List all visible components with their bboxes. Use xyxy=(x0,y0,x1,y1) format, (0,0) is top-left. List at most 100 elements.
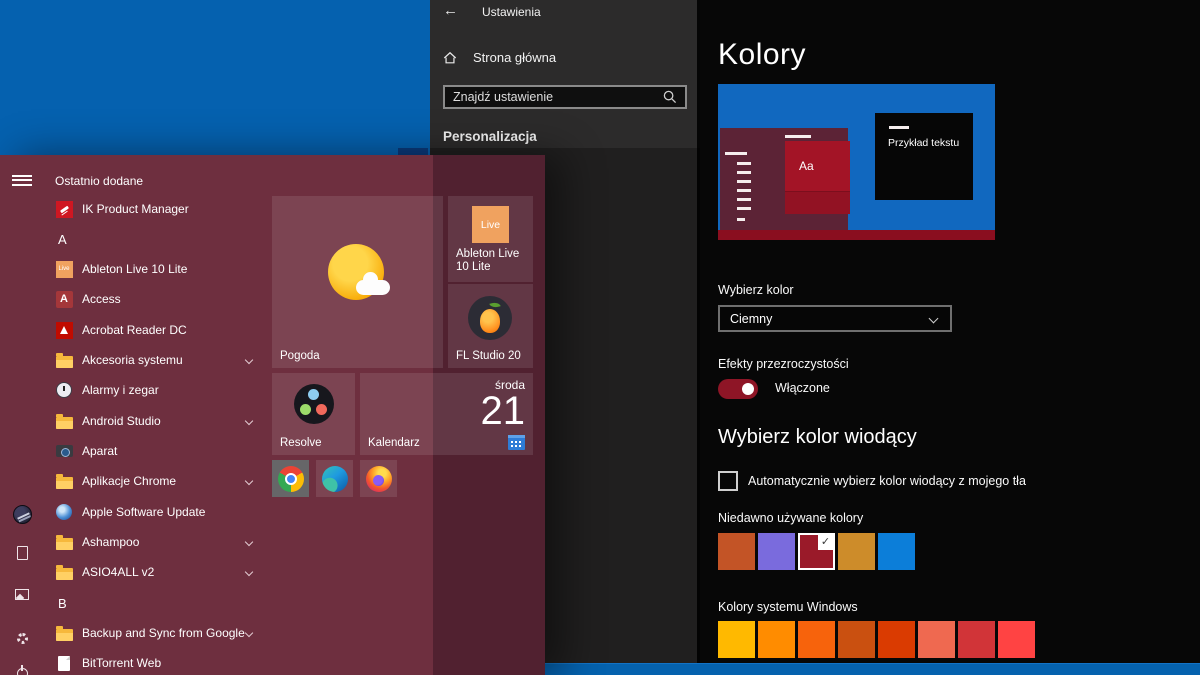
app-row-backup-sync[interactable]: Backup and Sync from Google xyxy=(55,622,258,644)
acrobat-reader-icon xyxy=(55,321,73,339)
color-swatch[interactable] xyxy=(718,533,755,570)
folder-icon xyxy=(55,625,73,641)
app-row-bittorrent-web[interactable]: BitTorrent Web xyxy=(55,652,258,674)
app-row-asio4all[interactable]: ASIO4ALL v2 xyxy=(55,561,258,583)
ableton-live-icon: Live xyxy=(55,260,73,278)
chevron-down-icon[interactable] xyxy=(244,628,254,638)
folder-icon xyxy=(55,413,73,429)
preview-accent-tile: Aa xyxy=(785,141,850,214)
settings-window: ← Ustawienia Strona główna Personalizacj… xyxy=(430,0,1200,663)
chevron-down-icon[interactable] xyxy=(244,476,254,486)
auto-accent-label: Automatycznie wybierz kolor wiodący z mo… xyxy=(748,474,1026,488)
settings-gear-icon[interactable] xyxy=(12,628,32,648)
chevron-down-icon[interactable] xyxy=(244,537,254,547)
color-mode-dropdown[interactable]: Ciemny xyxy=(718,305,952,332)
app-row-android-studio[interactable]: Android Studio xyxy=(55,410,258,432)
folder-icon xyxy=(55,534,73,550)
access-icon: A xyxy=(55,290,73,308)
transparency-toggle[interactable] xyxy=(718,379,758,399)
recent-colors-row: ✓ xyxy=(718,533,918,570)
search-icon[interactable] xyxy=(663,90,677,104)
preview-taskbar xyxy=(718,230,995,240)
sidebar-section-personalization: Personalizacja xyxy=(443,129,537,144)
fl-studio-icon xyxy=(468,296,512,340)
app-row-chrome-apps[interactable]: Aplikacje Chrome xyxy=(55,470,258,492)
davinci-resolve-icon xyxy=(294,384,334,424)
color-mode-value: Ciemny xyxy=(730,311,773,326)
pictures-icon[interactable] xyxy=(12,584,32,604)
edge-icon xyxy=(321,465,348,492)
tile-edge[interactable] xyxy=(316,460,353,497)
transparency-state: Włączone xyxy=(775,381,830,395)
app-list-letter-a[interactable]: A xyxy=(58,232,67,247)
hamburger-menu-icon[interactable] xyxy=(12,170,32,190)
color-swatch[interactable] xyxy=(878,533,915,570)
app-row-ik-product-manager[interactable]: IK Product Manager xyxy=(55,198,258,220)
home-icon xyxy=(443,51,457,63)
camera-icon xyxy=(55,445,73,457)
start-menu: Ostatnio dodane IK Product Manager A Liv… xyxy=(0,155,545,675)
ableton-live-icon: Live xyxy=(472,206,509,243)
page-title: Kolory xyxy=(718,38,807,71)
app-row-access[interactable]: A Access xyxy=(55,288,258,310)
app-row-alarms-clock[interactable]: Alarmy i zegar xyxy=(55,379,258,401)
tile-calendar[interactable]: środa 21 Kalendarz xyxy=(360,373,533,455)
settings-window-title: Ustawienia xyxy=(482,5,541,19)
tile-ableton-live[interactable]: Live Ableton Live 10 Lite xyxy=(448,196,533,282)
tile-chrome[interactable] xyxy=(272,460,309,497)
system-colors-row xyxy=(718,621,1038,658)
recent-apps-header: Ostatnio dodane xyxy=(55,174,144,188)
color-swatch[interactable] xyxy=(838,621,875,658)
app-row-ashampoo[interactable]: Ashampoo xyxy=(55,531,258,553)
app-row-apple-software-update[interactable]: Apple Software Update xyxy=(55,501,258,523)
calendar-icon xyxy=(508,435,525,450)
transparency-label: Efekty przezroczystości xyxy=(718,357,849,371)
sidebar-item-home[interactable]: Strona główna xyxy=(443,50,556,65)
bittorrent-web-icon xyxy=(58,655,70,671)
accent-section-header: Wybierz kolor wiodący xyxy=(718,426,917,448)
app-row-system-accessories[interactable]: Akcesoria systemu xyxy=(55,349,258,371)
apple-software-update-icon xyxy=(56,504,72,520)
desktop: ← Ustawienia Strona główna Personalizacj… xyxy=(0,0,1200,675)
chevron-down-icon xyxy=(928,313,939,324)
colors-settings-page: Kolory Aa Przykład tekstu Wybierz kolor … xyxy=(700,0,1200,663)
tile-weather[interactable]: Pogoda xyxy=(272,196,443,368)
color-swatch[interactable] xyxy=(998,621,1035,658)
color-swatch[interactable] xyxy=(798,621,835,658)
theme-preview: Aa Przykład tekstu xyxy=(718,84,995,240)
auto-accent-checkbox[interactable] xyxy=(718,471,738,491)
back-arrow-icon[interactable]: ← xyxy=(443,2,458,19)
color-swatch[interactable] xyxy=(838,533,875,570)
recent-colors-label: Niedawno używane kolory xyxy=(718,511,864,525)
color-swatch[interactable] xyxy=(958,621,995,658)
app-row-ableton[interactable]: Live Ableton Live 10 Lite xyxy=(55,258,258,280)
system-colors-label: Kolory systemu Windows xyxy=(718,600,858,614)
tile-fl-studio[interactable]: FL Studio 20 xyxy=(448,284,533,368)
choose-color-label: Wybierz kolor xyxy=(718,283,794,297)
color-swatch[interactable] xyxy=(758,621,795,658)
app-list-letter-b[interactable]: B xyxy=(58,596,67,611)
power-icon[interactable] xyxy=(12,663,32,675)
user-avatar[interactable] xyxy=(12,504,32,524)
home-label: Strona główna xyxy=(473,50,557,65)
ik-product-manager-icon xyxy=(55,200,73,218)
search-box[interactable] xyxy=(443,85,687,109)
app-row-acrobat[interactable]: Acrobat Reader DC xyxy=(55,319,258,341)
firefox-icon xyxy=(365,465,392,492)
color-swatch[interactable] xyxy=(878,621,915,658)
app-row-camera[interactable]: Aparat xyxy=(55,440,258,462)
color-swatch[interactable]: ✓ xyxy=(798,533,835,570)
chevron-down-icon[interactable] xyxy=(244,355,254,365)
color-swatch[interactable] xyxy=(918,621,955,658)
selected-check-icon: ✓ xyxy=(818,535,833,550)
chevron-down-icon[interactable] xyxy=(244,567,254,577)
clock-icon xyxy=(56,382,72,398)
documents-icon[interactable] xyxy=(12,543,32,563)
color-swatch[interactable] xyxy=(718,621,755,658)
search-input[interactable] xyxy=(445,90,663,104)
tile-resolve[interactable]: Resolve xyxy=(272,373,355,455)
tile-firefox[interactable] xyxy=(360,460,397,497)
chevron-down-icon[interactable] xyxy=(244,416,254,426)
folder-icon xyxy=(55,473,73,489)
color-swatch[interactable] xyxy=(758,533,795,570)
